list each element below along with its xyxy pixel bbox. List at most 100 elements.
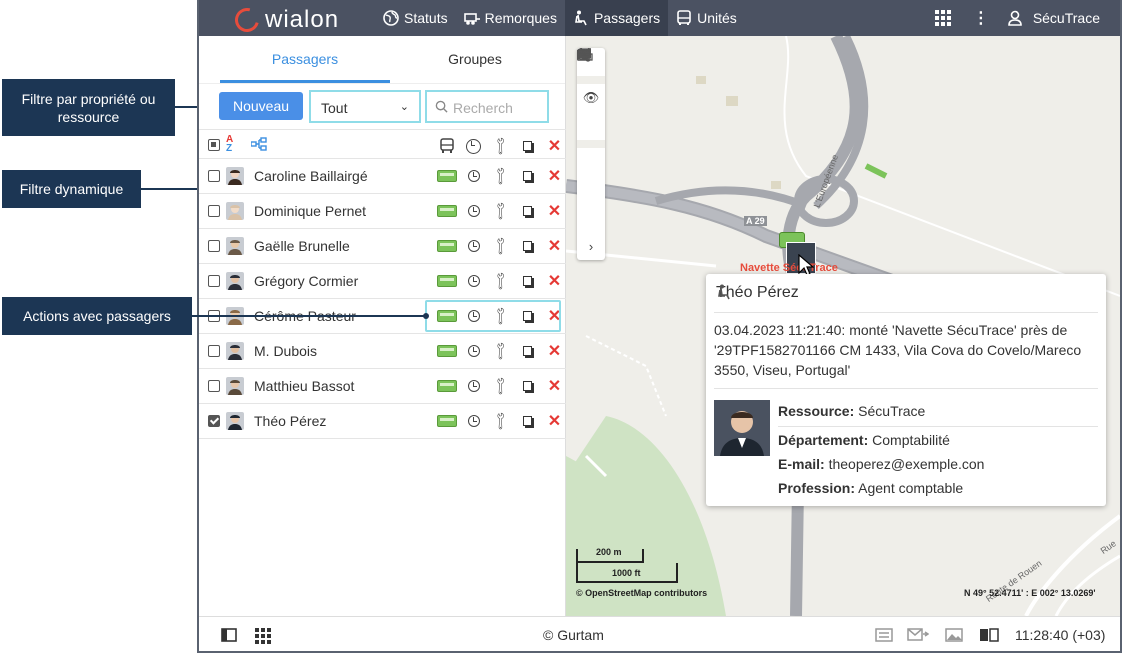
row-checkbox[interactable] bbox=[208, 415, 220, 427]
delete-button[interactable]: ✕ bbox=[541, 376, 568, 396]
row-actions: 🔧︎ ✕ bbox=[433, 235, 568, 257]
map-visibility-button[interactable]: 👁︎ bbox=[577, 84, 605, 112]
passenger-row[interactable]: Théo Pérez 🔧︎ ✕ bbox=[199, 404, 566, 439]
bus-column-icon[interactable] bbox=[433, 138, 460, 154]
pins-icon bbox=[577, 48, 591, 61]
history-column-icon[interactable] bbox=[460, 138, 487, 154]
copy-button[interactable] bbox=[514, 206, 541, 216]
assign-unit-button[interactable] bbox=[433, 380, 460, 392]
filter-select-value: Tout bbox=[321, 100, 348, 116]
copy-button[interactable] bbox=[514, 346, 541, 356]
nav-statuts[interactable]: Statuts bbox=[375, 0, 456, 36]
select-all-checkbox[interactable] bbox=[208, 139, 220, 151]
copy-button[interactable] bbox=[514, 416, 541, 426]
delete-button[interactable]: ✕ bbox=[541, 411, 568, 431]
delete-button[interactable]: ✕ bbox=[541, 201, 568, 221]
assign-unit-button[interactable] bbox=[433, 415, 460, 427]
user-name[interactable]: SécuTrace bbox=[1033, 10, 1100, 26]
properties-button[interactable]: 🔧︎ bbox=[487, 410, 514, 432]
nav-remorques[interactable]: Remorques bbox=[456, 0, 565, 36]
book-icon[interactable] bbox=[979, 628, 999, 642]
tab-groupes[interactable]: Groupes bbox=[390, 36, 560, 83]
passenger-row[interactable]: M. Dubois 🔧︎ ✕ bbox=[199, 334, 566, 369]
new-button[interactable]: Nouveau bbox=[219, 92, 303, 120]
history-button[interactable] bbox=[460, 380, 487, 392]
panel-toolbar: Nouveau Tout ⌄ Recherch bbox=[219, 90, 559, 124]
nav-statuts-label: Statuts bbox=[404, 10, 448, 26]
row-checkbox[interactable] bbox=[208, 240, 220, 252]
copy-button[interactable] bbox=[514, 276, 541, 286]
properties-button[interactable]: 🔧︎ bbox=[487, 200, 514, 222]
hierarchy-icon[interactable] bbox=[251, 137, 267, 151]
history-button[interactable] bbox=[460, 240, 487, 252]
history-button[interactable] bbox=[460, 170, 487, 182]
history-button[interactable] bbox=[460, 205, 487, 217]
callout-filter: Filtre par propriété ou ressource bbox=[2, 79, 175, 136]
passenger-row[interactable]: Matthieu Bassot 🔧︎ ✕ bbox=[199, 369, 566, 404]
user-icon[interactable] bbox=[1007, 10, 1023, 26]
history-button[interactable] bbox=[460, 415, 487, 427]
delete-button[interactable]: ✕ bbox=[541, 236, 568, 256]
map-expand-button[interactable]: › bbox=[577, 232, 605, 260]
search-input[interactable]: Recherch bbox=[425, 90, 549, 123]
properties-button[interactable]: 🔧︎ bbox=[487, 165, 514, 187]
sort-az-icon[interactable]: AZ bbox=[226, 135, 233, 154]
tab-passagers[interactable]: Passagers bbox=[220, 36, 390, 83]
row-checkbox[interactable] bbox=[208, 170, 220, 182]
apps-grid-icon[interactable] bbox=[255, 628, 271, 644]
history-button[interactable] bbox=[460, 345, 487, 357]
nav-passagers-label: Passagers bbox=[593, 10, 661, 26]
map-layers-button[interactable] bbox=[577, 48, 605, 140]
filter-select[interactable]: Tout ⌄ bbox=[309, 90, 421, 123]
map-route-button[interactable] bbox=[577, 48, 605, 204]
properties-button[interactable]: 🔧︎ bbox=[487, 375, 514, 397]
properties-button[interactable]: 🔧︎ bbox=[487, 270, 514, 292]
passenger-popup: Théo Pérez 03.04.2023 11:21:40: monté 'N… bbox=[706, 274, 1106, 506]
copy-button[interactable] bbox=[514, 241, 541, 251]
delete-button[interactable]: ✕ bbox=[541, 166, 568, 186]
properties-button[interactable]: 🔧︎ bbox=[487, 235, 514, 257]
nav-remorques-label: Remorques bbox=[484, 10, 557, 26]
map-geofence-button[interactable] bbox=[577, 48, 605, 232]
assign-unit-button[interactable] bbox=[433, 275, 460, 287]
assign-unit-button[interactable] bbox=[433, 205, 460, 217]
image-icon[interactable] bbox=[945, 628, 963, 642]
map-ruler-button[interactable] bbox=[577, 48, 605, 176]
properties-button[interactable]: 🔧︎ bbox=[487, 340, 514, 362]
wrench-column-icon[interactable]: 🔧︎ bbox=[487, 135, 514, 157]
passenger-row[interactable]: Grégory Cormier 🔧︎ ✕ bbox=[199, 264, 566, 299]
passenger-row[interactable]: Gaëlle Brunelle 🔧︎ ✕ bbox=[199, 229, 566, 264]
panel-toggle-icon[interactable] bbox=[221, 628, 237, 642]
logo-text: wialon bbox=[265, 6, 340, 33]
nav-passagers[interactable]: Passagers bbox=[564, 0, 669, 36]
assign-unit-button[interactable] bbox=[433, 170, 460, 182]
popup-divider bbox=[714, 388, 1098, 389]
more-menu-icon[interactable]: ⋮ bbox=[973, 8, 989, 28]
assign-unit-button[interactable] bbox=[433, 345, 460, 357]
passenger-row[interactable]: Caroline Baillairgé 🔧︎ ✕ bbox=[199, 159, 566, 194]
history-button[interactable] bbox=[460, 275, 487, 287]
copy-button[interactable] bbox=[514, 381, 541, 391]
delete-button[interactable]: ✕ bbox=[541, 341, 568, 361]
row-checkbox[interactable] bbox=[208, 345, 220, 357]
copy-column-icon[interactable] bbox=[514, 141, 541, 151]
assign-unit-button[interactable] bbox=[433, 240, 460, 252]
delete-button[interactable]: ✕ bbox=[541, 271, 568, 291]
map-view[interactable]: A 29 L'Européenne Rue Route de Rouen 👁︎ … bbox=[566, 36, 1120, 616]
copy-icon bbox=[523, 416, 532, 426]
row-checkbox[interactable] bbox=[208, 275, 220, 287]
row-checkbox[interactable] bbox=[208, 380, 220, 392]
nav-unites[interactable]: Unités bbox=[668, 0, 745, 36]
row-checkbox[interactable] bbox=[208, 205, 220, 217]
popup-resource-label: Ressource: bbox=[778, 403, 855, 419]
delete-column-icon[interactable]: ✕ bbox=[541, 136, 568, 156]
passenger-row[interactable]: Dominique Pernet 🔧︎ ✕ bbox=[199, 194, 566, 229]
close-icon: ✕ bbox=[547, 273, 562, 290]
eye-icon: 👁︎ bbox=[582, 90, 600, 105]
apps-grid-icon[interactable] bbox=[934, 10, 951, 26]
copy-button[interactable] bbox=[514, 171, 541, 181]
notifications-icon[interactable] bbox=[875, 628, 893, 642]
wrench-icon: 🔧︎ bbox=[489, 234, 512, 257]
messages-icon[interactable] bbox=[907, 628, 929, 642]
popup-prof-label: Profession: bbox=[778, 480, 856, 496]
